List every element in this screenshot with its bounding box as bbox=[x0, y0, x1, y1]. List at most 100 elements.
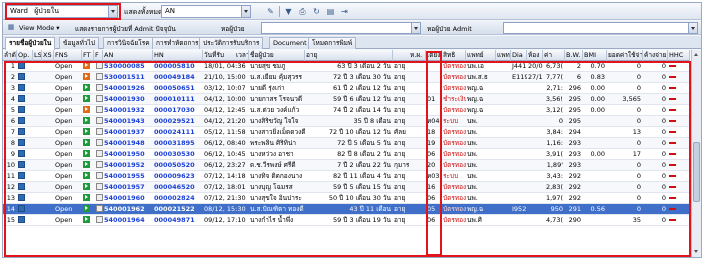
hn-cell[interactable]: 000031895 bbox=[153, 138, 203, 149]
hn-cell[interactable]: 000050520 bbox=[153, 160, 203, 171]
hhc-cell[interactable] bbox=[668, 105, 690, 116]
play-icon[interactable] bbox=[83, 62, 90, 69]
op-cell[interactable] bbox=[17, 83, 33, 94]
patient-record-icon[interactable] bbox=[18, 95, 25, 102]
minus-icon[interactable] bbox=[669, 174, 676, 177]
table-row[interactable]: 6 Open 540001943 000029521 04/12, 21:20 นางสิ… bbox=[3, 116, 690, 127]
hhc-cell[interactable] bbox=[668, 204, 690, 215]
an-cell[interactable]: 540001950 bbox=[103, 149, 153, 160]
column-header[interactable]: ลำดับ bbox=[3, 50, 17, 61]
an-cell[interactable]: 540001948 bbox=[103, 138, 153, 149]
hn-cell[interactable]: 000049184 bbox=[153, 72, 203, 83]
form-icon[interactable] bbox=[96, 205, 103, 212]
hhc-cell[interactable] bbox=[668, 215, 690, 226]
op-cell[interactable] bbox=[17, 171, 33, 182]
table-row[interactable]: 4 Open 540001930 000010111 04/12, 10:00 นายกา… bbox=[3, 94, 690, 105]
an-cell[interactable]: 540001932 bbox=[103, 105, 153, 116]
ward-admit-combo[interactable] bbox=[503, 22, 698, 34]
patient-record-icon[interactable] bbox=[18, 194, 25, 201]
hn-cell[interactable]: 000021522 bbox=[153, 204, 203, 215]
ft-cell[interactable] bbox=[82, 138, 94, 149]
exit-icon[interactable]: ⇥ bbox=[339, 6, 350, 17]
column-header[interactable]: HN bbox=[153, 50, 203, 61]
column-header[interactable]: ค้างจ่าย bbox=[643, 50, 668, 61]
hn-cell[interactable]: 000024111 bbox=[153, 127, 203, 138]
hn-cell[interactable]: 000049871 bbox=[153, 215, 203, 226]
filter-icon[interactable]: ▼ bbox=[283, 6, 294, 17]
an-cell[interactable]: 540001955 bbox=[103, 171, 153, 182]
patient-record-icon[interactable] bbox=[18, 73, 25, 80]
ft-cell[interactable] bbox=[82, 160, 94, 171]
an-cell[interactable]: 530000085 bbox=[103, 61, 153, 72]
table-row[interactable]: 9 Open 540001950 000030530 06/12, 10:45 นางหว… bbox=[3, 149, 690, 160]
patient-record-icon[interactable] bbox=[18, 161, 25, 168]
ft-cell[interactable] bbox=[82, 127, 94, 138]
table-row[interactable]: 13 Open 540001960 000002824 07/12, 21:30 นางส… bbox=[3, 193, 690, 204]
hn-cell[interactable]: 000009623 bbox=[153, 171, 203, 182]
form-cell[interactable] bbox=[94, 193, 103, 204]
view-mode-button[interactable]: View Mode ▾ bbox=[19, 24, 60, 32]
ft-cell[interactable] bbox=[82, 61, 94, 72]
play-icon[interactable] bbox=[83, 84, 90, 91]
play-icon[interactable] bbox=[83, 161, 90, 168]
an-cell[interactable]: 540001930 bbox=[103, 94, 153, 105]
ft-cell[interactable] bbox=[82, 105, 94, 116]
refresh-icon[interactable]: ↻ bbox=[311, 6, 322, 17]
form-icon[interactable] bbox=[96, 183, 103, 190]
minus-icon[interactable] bbox=[669, 185, 676, 188]
form-cell[interactable] bbox=[94, 171, 103, 182]
column-header[interactable]: ค่า bbox=[543, 50, 565, 61]
op-cell[interactable] bbox=[17, 215, 33, 226]
ft-cell[interactable] bbox=[82, 171, 94, 182]
patient-record-icon[interactable] bbox=[18, 84, 25, 91]
form-cell[interactable] bbox=[94, 105, 103, 116]
minus-icon[interactable] bbox=[669, 196, 676, 199]
form-icon[interactable] bbox=[96, 95, 103, 102]
table-row[interactable]: 1 Open 530000085 000005810 18/01, 04:36 นายสุ… bbox=[3, 61, 690, 72]
play-icon[interactable] bbox=[83, 194, 90, 201]
chevron-down-icon[interactable] bbox=[241, 6, 250, 17]
hhc-cell[interactable] bbox=[668, 127, 690, 138]
hn-cell[interactable]: 000010111 bbox=[153, 94, 203, 105]
play-icon[interactable] bbox=[83, 205, 90, 212]
play-icon[interactable] bbox=[83, 183, 90, 190]
minus-icon[interactable] bbox=[669, 218, 676, 221]
ft-cell[interactable] bbox=[82, 182, 94, 193]
minus-icon[interactable] bbox=[669, 119, 676, 122]
form-cell[interactable] bbox=[94, 61, 103, 72]
column-header[interactable]: แพทย์ bbox=[496, 50, 511, 61]
minus-icon[interactable] bbox=[669, 163, 676, 166]
table-row[interactable]: 14 Open 540001962 000021522 08/12, 15:30 น.ส.… bbox=[3, 204, 690, 215]
hhc-cell[interactable] bbox=[668, 94, 690, 105]
column-header[interactable]: ชื่อผู้ป่วย bbox=[249, 50, 305, 61]
an-cell[interactable]: 540001962 bbox=[103, 204, 153, 215]
op-cell[interactable] bbox=[17, 72, 33, 83]
form-cell[interactable] bbox=[94, 182, 103, 193]
form-icon[interactable] bbox=[96, 128, 103, 135]
op-cell[interactable] bbox=[17, 149, 33, 160]
column-header[interactable]: B.W. bbox=[565, 50, 583, 61]
ward-combo[interactable]: Ward ผู้ป่วยใน bbox=[6, 5, 118, 18]
form-cell[interactable] bbox=[94, 215, 103, 226]
form-icon[interactable] bbox=[96, 139, 103, 146]
ft-cell[interactable] bbox=[82, 94, 94, 105]
hn-cell[interactable]: 000017030 bbox=[153, 105, 203, 116]
column-header[interactable]: HHC bbox=[668, 50, 690, 61]
hhc-cell[interactable] bbox=[668, 72, 690, 83]
minus-icon[interactable] bbox=[669, 64, 676, 67]
ft-cell[interactable] bbox=[82, 116, 94, 127]
minus-icon[interactable] bbox=[669, 152, 676, 155]
column-header[interactable]: อายุ bbox=[305, 50, 393, 61]
column-header[interactable]: เวลา bbox=[235, 50, 249, 61]
form-icon[interactable] bbox=[96, 117, 103, 124]
edit-icon[interactable]: ✎ bbox=[265, 6, 276, 17]
column-header[interactable]: AN bbox=[103, 50, 153, 61]
form-icon[interactable] bbox=[96, 172, 103, 179]
op-cell[interactable] bbox=[17, 193, 33, 204]
op-cell[interactable] bbox=[17, 105, 33, 116]
column-header[interactable]: FNS bbox=[54, 50, 82, 61]
an-cell[interactable]: 540001960 bbox=[103, 193, 153, 204]
ft-cell[interactable] bbox=[82, 193, 94, 204]
form-icon[interactable] bbox=[96, 73, 103, 80]
tab-procedures[interactable]: การทำหัตถการ bbox=[152, 37, 203, 49]
